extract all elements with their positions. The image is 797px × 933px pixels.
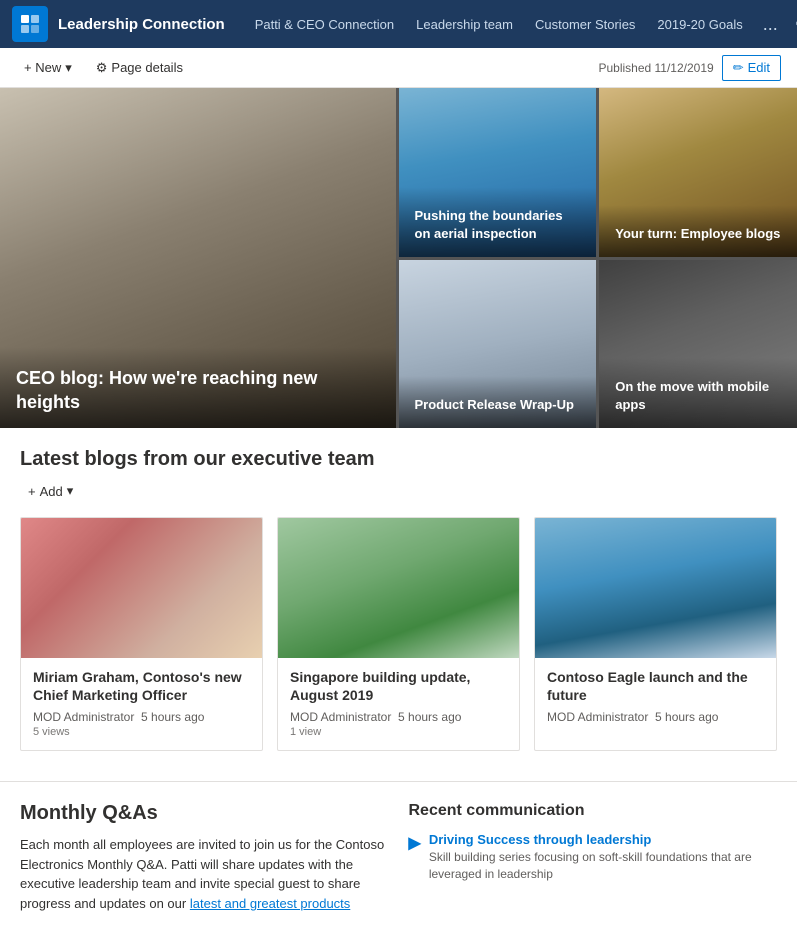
- site-title: Leadership Connection: [58, 16, 225, 33]
- nav-link-customer[interactable]: Customer Stories: [525, 11, 645, 38]
- blog-card-image-miriam: [21, 518, 262, 658]
- content-area: Latest blogs from our executive team + A…: [0, 428, 797, 781]
- recent-comm-title: Recent communication: [409, 802, 778, 820]
- blog-card-image-singapore: [278, 518, 519, 658]
- hero-item-ceo[interactable]: CEO blog: How we're reaching new heights: [0, 88, 396, 428]
- bottom-section: Monthly Q&As Each month all employees ar…: [0, 781, 797, 933]
- nav-links: Patti & CEO Connection Leadership team C…: [245, 11, 786, 38]
- blog-card-image-eagle: [535, 518, 776, 658]
- hero-label-mobile-apps: On the move with mobile apps: [615, 379, 769, 412]
- edit-page-button[interactable]: ✏ Edit: [722, 55, 781, 81]
- blog-card-meta-singapore: MOD Administrator 5 hours ago: [290, 710, 507, 724]
- hero-item-mobile-apps[interactable]: On the move with mobile apps: [599, 260, 797, 429]
- plus-icon: +: [28, 484, 36, 499]
- hero-label-product-release: Product Release Wrap-Up: [415, 397, 574, 412]
- chevron-down-icon: ▾: [67, 483, 74, 499]
- nav-link-patti[interactable]: Patti & CEO Connection: [245, 11, 404, 38]
- blog-card-views-singapore: 1 view: [290, 726, 507, 738]
- monthly-qa-section: Monthly Q&As Each month all employees ar…: [20, 802, 389, 913]
- blogs-section-title: Latest blogs from our executive team: [20, 448, 777, 471]
- sub-toolbar: + New ▾ ⚙ Page details Published 11/12/2…: [0, 48, 797, 88]
- arrow-right-icon: ▶: [409, 833, 421, 853]
- nav-link-goals[interactable]: 2019-20 Goals: [647, 11, 752, 38]
- hero-label-ceo: CEO blog: How we're reaching new heights: [16, 368, 317, 411]
- blog-card-views-miriam: 5 views: [33, 726, 250, 738]
- recent-communication-section: Recent communication ▶ Driving Success t…: [409, 802, 778, 913]
- new-button[interactable]: + New ▾: [16, 56, 80, 80]
- info-icon: ⚙: [96, 60, 108, 76]
- recent-item-desc: Skill building series focusing on soft-s…: [429, 849, 777, 883]
- nav-actions: ✏ Edit ★ Following ↗ Share site: [786, 11, 797, 37]
- blog-card-meta-eagle: MOD Administrator 5 hours ago: [547, 710, 764, 724]
- chevron-down-icon: ▾: [65, 60, 72, 76]
- hero-item-product-release[interactable]: Product Release Wrap-Up: [399, 260, 597, 429]
- blog-card-miriam[interactable]: Miriam Graham, Contoso's new Chief Marke…: [20, 517, 263, 751]
- nav-more-button[interactable]: ...: [755, 14, 786, 35]
- published-status: Published 11/12/2019: [598, 61, 713, 75]
- blog-card-title-singapore: Singapore building update, August 2019: [290, 668, 507, 704]
- page-details-button[interactable]: ⚙ Page details: [88, 56, 191, 80]
- blog-cards-grid: Miriam Graham, Contoso's new Chief Marke…: [20, 517, 777, 751]
- top-navigation: Leadership Connection Patti & CEO Connec…: [0, 0, 797, 48]
- monthly-qa-link[interactable]: latest and greatest products: [190, 896, 350, 911]
- hero-label-employee-blogs: Your turn: Employee blogs: [615, 226, 780, 241]
- hero-grid: CEO blog: How we're reaching new heights…: [0, 88, 797, 428]
- hero-label-aerial: Pushing the boundaries on aerial inspect…: [415, 208, 563, 241]
- blog-card-title-eagle: Contoso Eagle launch and the future: [547, 668, 764, 704]
- blog-card-meta-miriam: MOD Administrator 5 hours ago: [33, 710, 250, 724]
- blog-card-singapore[interactable]: Singapore building update, August 2019 M…: [277, 517, 520, 751]
- add-button[interactable]: + Add ▾: [20, 479, 777, 503]
- hero-item-aerial[interactable]: Pushing the boundaries on aerial inspect…: [399, 88, 597, 257]
- recent-comm-item: ▶ Driving Success through leadership Ski…: [409, 832, 778, 883]
- monthly-qa-title: Monthly Q&As: [20, 802, 389, 825]
- site-logo[interactable]: [12, 6, 48, 42]
- blog-card-eagle[interactable]: Contoso Eagle launch and the future MOD …: [534, 517, 777, 751]
- hero-item-employee-blogs[interactable]: Your turn: Employee blogs: [599, 88, 797, 257]
- edit-pencil-icon: ✏: [733, 60, 744, 76]
- monthly-qa-text: Each month all employees are invited to …: [20, 835, 389, 913]
- nav-edit-button[interactable]: ✏ Edit: [786, 11, 797, 37]
- nav-link-leadership[interactable]: Leadership team: [406, 11, 523, 38]
- recent-item-title[interactable]: Driving Success through leadership: [429, 832, 777, 847]
- blog-card-title-miriam: Miriam Graham, Contoso's new Chief Marke…: [33, 668, 250, 704]
